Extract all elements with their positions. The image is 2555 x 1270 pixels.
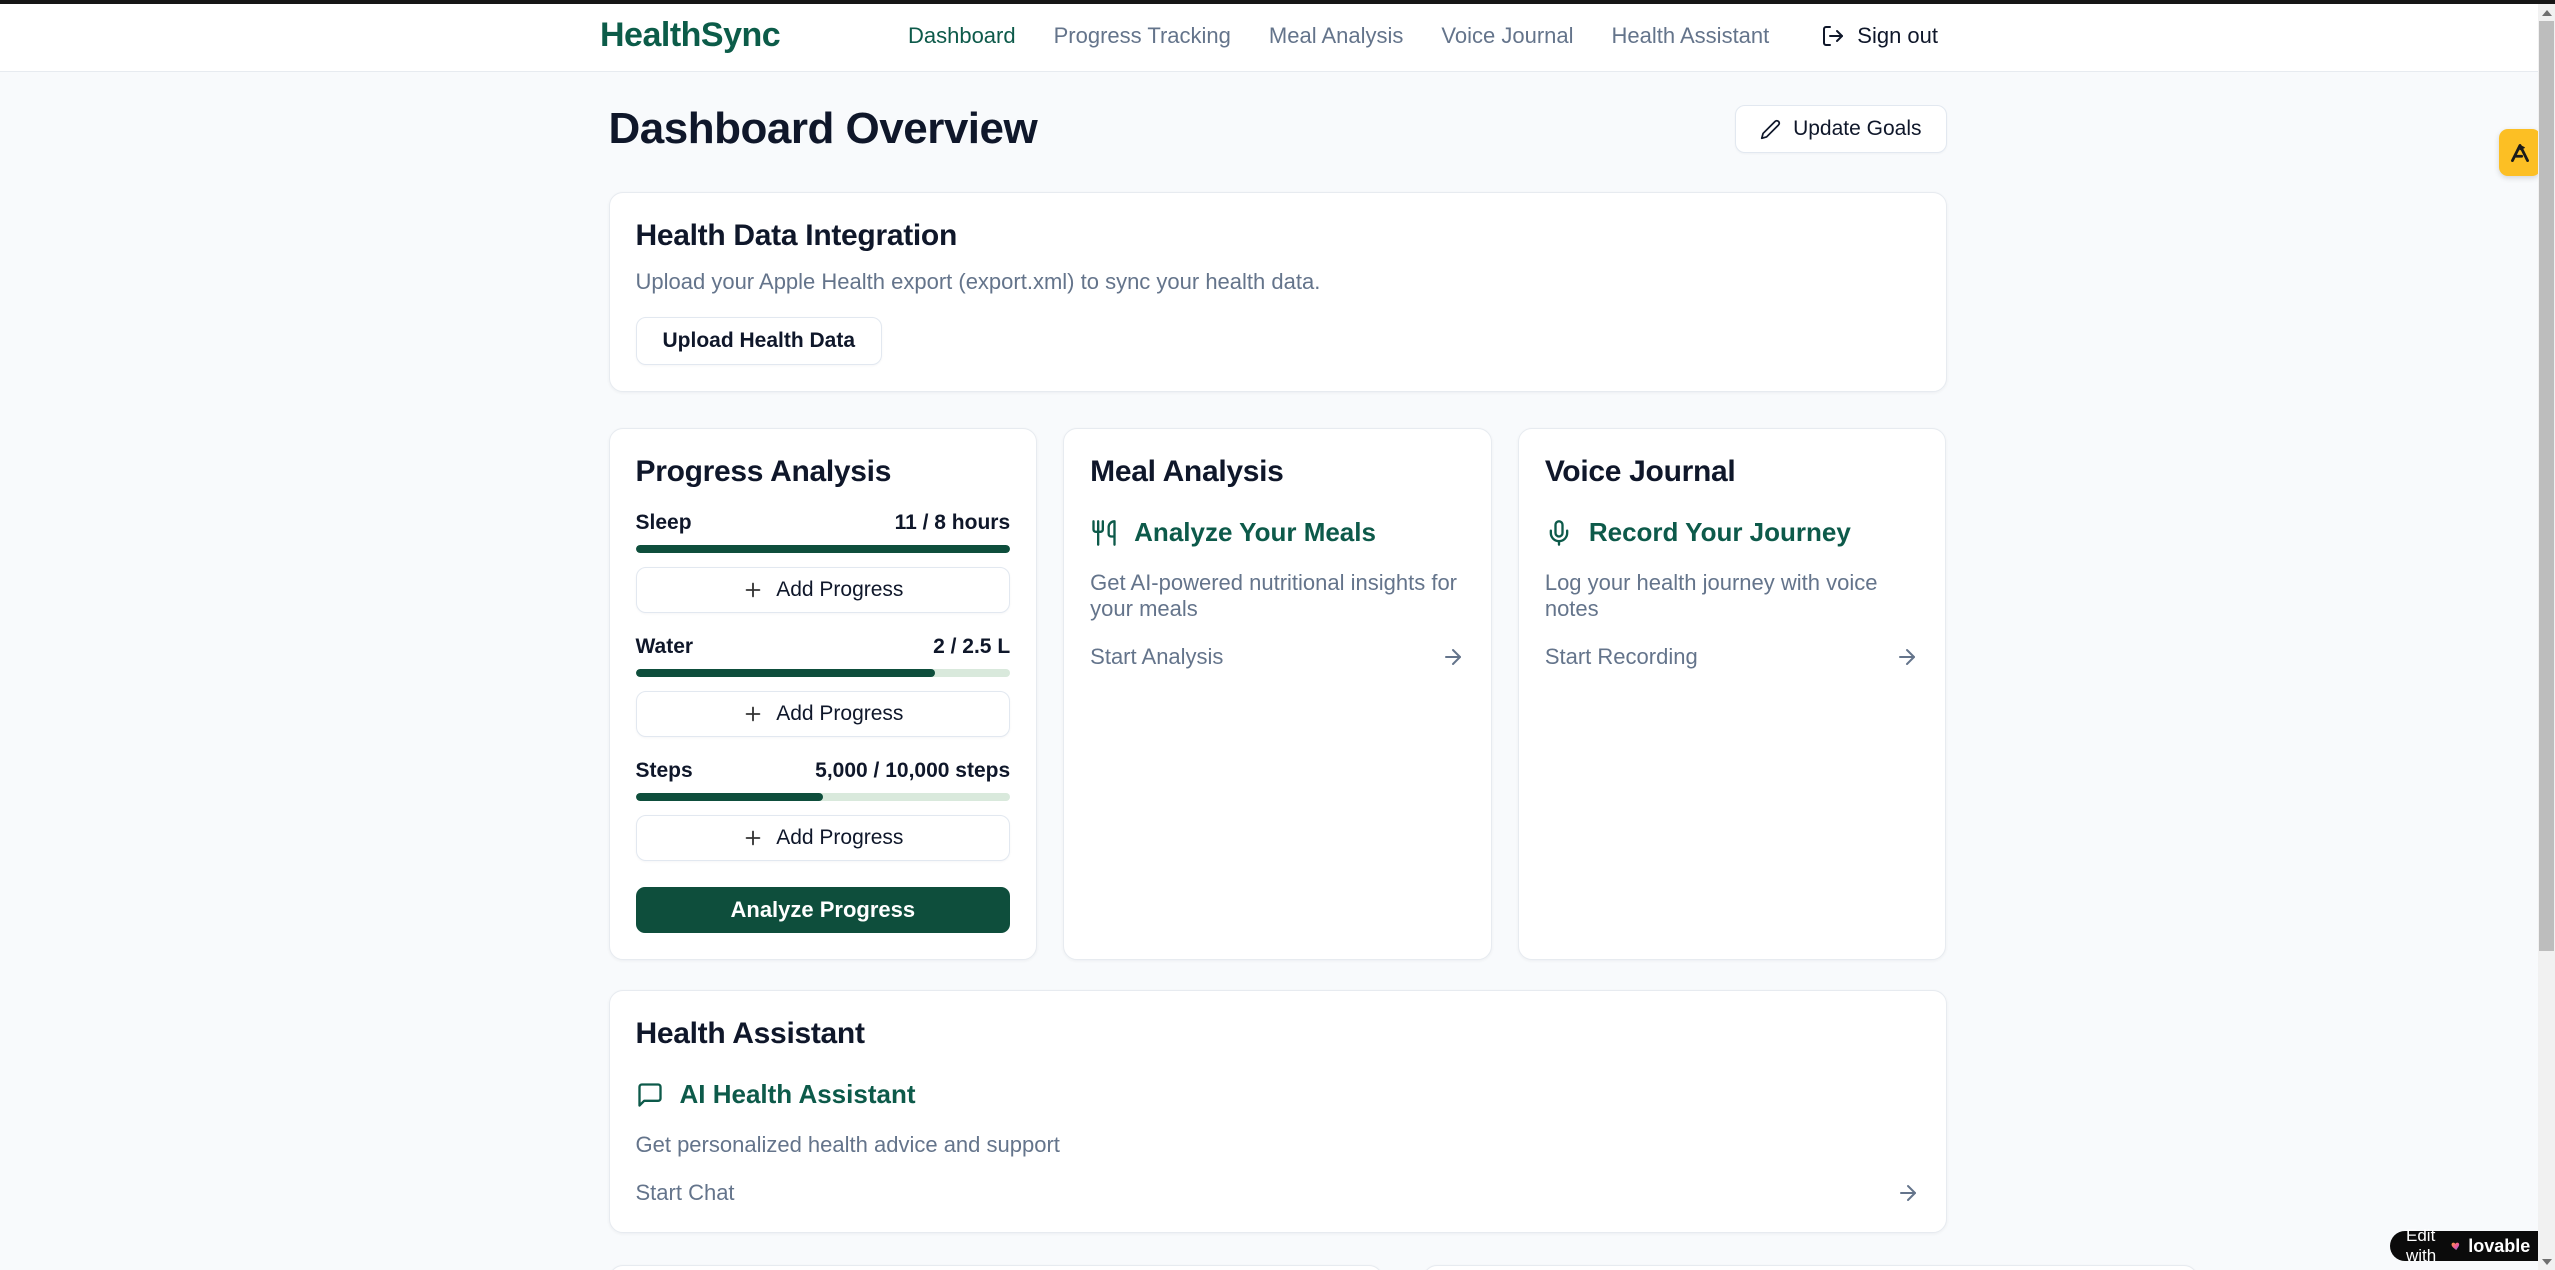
record-your-journey-link[interactable]: Record Your Journey: [1545, 517, 1920, 548]
add-progress-sleep-button[interactable]: Add Progress: [636, 567, 1011, 613]
voice-journal-title: Voice Journal: [1545, 455, 1920, 489]
voice-journal-card: Voice Journal Record Your Journey Log yo…: [1518, 428, 1947, 960]
metric-value: 2 / 2.5 L: [933, 635, 1010, 659]
add-progress-steps-button[interactable]: Add Progress: [636, 815, 1011, 861]
sign-out-label: Sign out: [1857, 23, 1938, 49]
metric-sleep: Sleep 11 / 8 hours Add Progress: [636, 511, 1011, 613]
meal-analysis-card: Meal Analysis Analyze Your Meals Get AI-…: [1063, 428, 1492, 960]
start-recording-label: Start Recording: [1545, 644, 1698, 670]
metric-steps: Steps 5,000 / 10,000 steps Add Progress: [636, 759, 1011, 861]
metric-water: Water 2 / 2.5 L Add Progress: [636, 635, 1011, 737]
add-progress-label: Add Progress: [776, 578, 903, 602]
arrow-right-icon: [1441, 645, 1465, 669]
metric-label: Sleep: [636, 511, 692, 535]
health-data-title: Health Data Integration: [636, 219, 1920, 253]
steps-progress-bar: [636, 793, 1011, 801]
app-header: HealthSync Dashboard Progress Tracking M…: [0, 0, 2538, 72]
health-assistant-title: Health Assistant: [636, 1017, 1920, 1051]
pencil-icon: [1760, 119, 1781, 140]
health-assistant-card: Health Assistant AI Health Assistant Get…: [609, 990, 1947, 1233]
ai-health-assistant-link[interactable]: AI Health Assistant: [636, 1079, 1920, 1110]
start-recording-link[interactable]: Start Recording: [1545, 644, 1920, 670]
metric-value: 5,000 / 10,000 steps: [815, 759, 1010, 783]
sign-out-button[interactable]: Sign out: [1821, 23, 1938, 49]
plus-icon: [742, 579, 764, 601]
logout-icon: [1821, 24, 1845, 48]
update-goals-label: Update Goals: [1793, 117, 1921, 141]
add-progress-label: Add Progress: [776, 826, 903, 850]
analyze-your-meals-label: Analyze Your Meals: [1134, 517, 1376, 548]
analyze-progress-button[interactable]: Analyze Progress: [636, 887, 1011, 933]
sleep-progress-bar: [636, 545, 1011, 553]
arrow-right-icon: [1896, 1181, 1920, 1205]
scroll-down-arrow[interactable]: [2538, 1253, 2555, 1270]
start-analysis-link[interactable]: Start Analysis: [1090, 644, 1465, 670]
metric-label: Steps: [636, 759, 693, 783]
widget-logo-icon: [2507, 140, 2533, 166]
nav-health-assistant[interactable]: Health Assistant: [1612, 23, 1770, 49]
main-nav: Dashboard Progress Tracking Meal Analysi…: [908, 23, 1938, 49]
metric-label: Water: [636, 635, 694, 659]
badge-brand: lovable: [2468, 1236, 2530, 1257]
nav-progress-tracking[interactable]: Progress Tracking: [1054, 23, 1231, 49]
record-your-journey-label: Record Your Journey: [1589, 517, 1851, 548]
start-chat-link[interactable]: Start Chat: [636, 1180, 1920, 1206]
quick-stats-card: Quick Stats Select Date Today Yesterday …: [1423, 1265, 2198, 1270]
scroll-up-arrow[interactable]: [2538, 4, 2555, 21]
window-edge-strip: [0, 0, 2555, 4]
health-data-description: Upload your Apple Health export (export.…: [636, 269, 1920, 295]
edit-with-lovable-badge[interactable]: Edit with lovable ×: [2390, 1231, 2555, 1261]
app-logo: HealthSync: [600, 16, 780, 55]
meal-analysis-title: Meal Analysis: [1090, 455, 1465, 489]
microphone-icon: [1545, 519, 1573, 547]
arrow-right-icon: [1895, 645, 1919, 669]
page-title: Dashboard Overview: [609, 104, 1038, 154]
voice-description: Log your health journey with voice notes: [1545, 570, 1920, 622]
assistant-description: Get personalized health advice and suppo…: [636, 1132, 1920, 1158]
upload-health-data-button[interactable]: Upload Health Data: [636, 317, 883, 365]
health-data-integration-card: Health Data Integration Upload your Appl…: [609, 192, 1947, 392]
metric-value: 11 / 8 hours: [895, 511, 1011, 535]
chat-bubble-icon: [636, 1081, 664, 1109]
heart-icon: [2451, 1237, 2462, 1255]
nav-meal-analysis[interactable]: Meal Analysis: [1269, 23, 1404, 49]
add-progress-water-button[interactable]: Add Progress: [636, 691, 1011, 737]
water-progress-bar: [636, 669, 1011, 677]
badge-prefix: Edit with: [2406, 1226, 2444, 1266]
nav-voice-journal[interactable]: Voice Journal: [1441, 23, 1573, 49]
progress-analysis-card: Progress Analysis Sleep 11 / 8 hours Add…: [609, 428, 1038, 960]
vertical-scrollbar[interactable]: [2538, 4, 2555, 1270]
add-progress-label: Add Progress: [776, 702, 903, 726]
update-goals-button[interactable]: Update Goals: [1735, 105, 1946, 153]
nav-dashboard[interactable]: Dashboard: [908, 23, 1016, 49]
utensils-icon: [1090, 519, 1118, 547]
progress-analysis-title: Progress Analysis: [636, 455, 1011, 489]
analyze-your-meals-link[interactable]: Analyze Your Meals: [1090, 517, 1465, 548]
ai-health-assistant-label: AI Health Assistant: [680, 1079, 916, 1110]
side-widget-toggle-button[interactable]: [2499, 129, 2541, 176]
plus-icon: [742, 827, 764, 849]
recent-goals-card: Recent Goals Select Date Today Yesterday…: [609, 1265, 1384, 1270]
start-analysis-label: Start Analysis: [1090, 644, 1223, 670]
scrollbar-thumb[interactable]: [2539, 21, 2554, 951]
meal-description: Get AI-powered nutritional insights for …: [1090, 570, 1465, 622]
start-chat-label: Start Chat: [636, 1180, 735, 1206]
plus-icon: [742, 703, 764, 725]
